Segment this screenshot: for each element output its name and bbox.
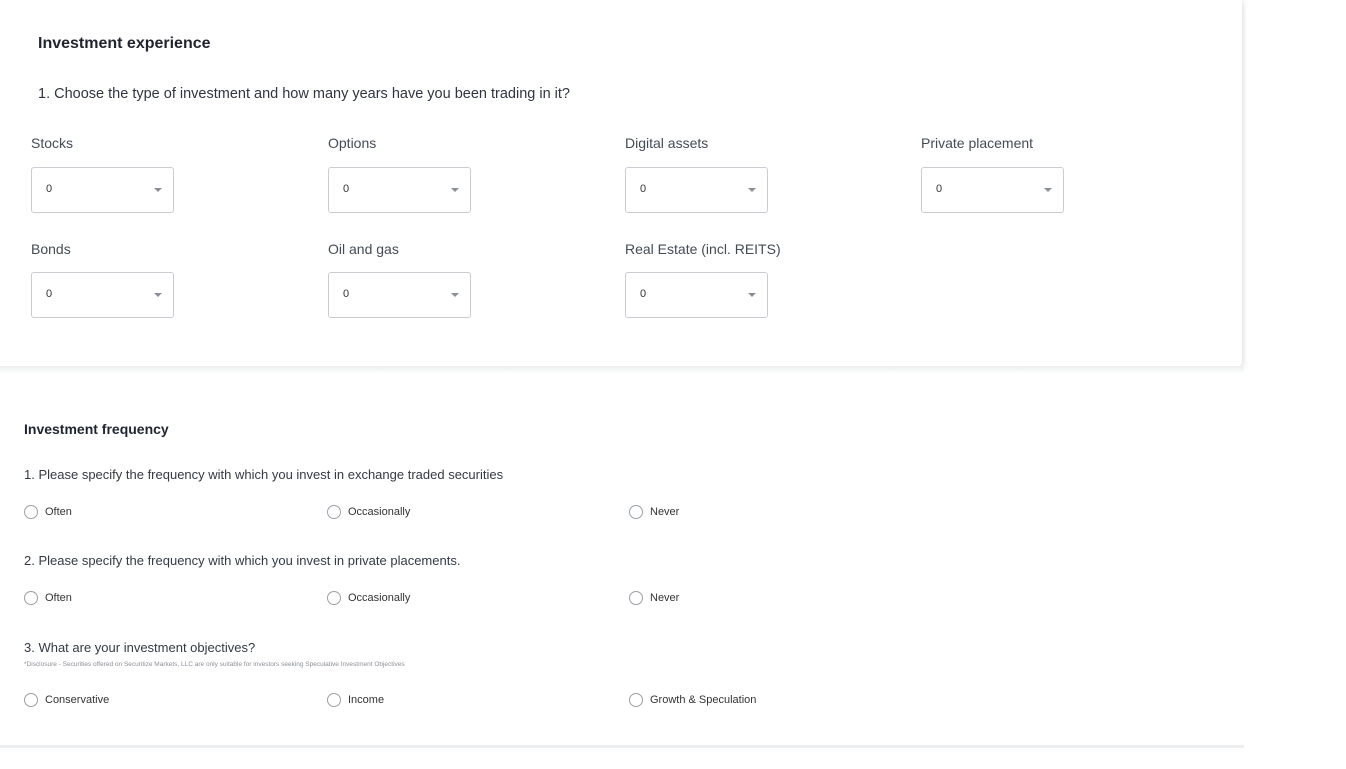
select-value: 0 xyxy=(343,183,350,195)
section-title: Investment frequency xyxy=(24,421,169,437)
radio-circle-icon xyxy=(629,505,643,519)
section-bottom-divider xyxy=(0,745,1244,748)
radio-label: Growth & Speculation xyxy=(650,694,757,706)
bonds-years-select[interactable]: 0 xyxy=(31,272,174,318)
oil-gas-years-select[interactable]: 0 xyxy=(328,272,471,318)
caret-down-icon xyxy=(748,188,756,192)
radio-circle-icon xyxy=(24,591,38,605)
bonds-label: Bonds xyxy=(31,241,71,257)
digital-assets-years-select[interactable]: 0 xyxy=(625,167,768,213)
caret-down-icon xyxy=(451,293,459,297)
radio-label: Never xyxy=(650,592,680,604)
real-estate-years-select[interactable]: 0 xyxy=(625,272,768,318)
q3-income-radio[interactable]: Income xyxy=(327,692,384,708)
q2-occasionally-radio[interactable]: Occasionally xyxy=(327,590,410,606)
real-estate-label: Real Estate (incl. REITS) xyxy=(625,241,781,257)
radio-circle-icon xyxy=(629,591,643,605)
question-text: 2. Please specify the frequency with whi… xyxy=(24,553,461,568)
options-years-select[interactable]: 0 xyxy=(328,167,471,213)
caret-down-icon xyxy=(451,188,459,192)
q2-often-radio[interactable]: Often xyxy=(24,590,72,606)
select-value: 0 xyxy=(343,288,350,300)
card-divider xyxy=(0,366,1244,374)
private-placement-label: Private placement xyxy=(921,135,1034,151)
investment-experience-card: Investment experience 1. Choose the type… xyxy=(0,0,1242,366)
caret-down-icon xyxy=(1044,188,1052,192)
section-title: Investment experience xyxy=(38,35,211,52)
digital-assets-label: Digital assets xyxy=(625,135,709,151)
q1-occasionally-radio[interactable]: Occasionally xyxy=(327,504,410,520)
options-label: Options xyxy=(328,135,377,151)
radio-label: Often xyxy=(45,506,72,518)
caret-down-icon xyxy=(154,293,162,297)
private-placement-years-select[interactable]: 0 xyxy=(921,167,1064,213)
oil-gas-label: Oil and gas xyxy=(328,241,399,257)
q1-never-radio[interactable]: Never xyxy=(629,504,679,520)
radio-label: Conservative xyxy=(45,694,110,706)
radio-label: Often xyxy=(45,592,72,604)
radio-circle-icon xyxy=(24,693,38,707)
select-value: 0 xyxy=(46,288,53,300)
q3-growth-speculation-radio[interactable]: Growth & Speculation xyxy=(629,692,756,708)
select-value: 0 xyxy=(46,183,53,195)
disclosure-text: *Disclosure - Securities offered on Secu… xyxy=(24,661,405,668)
question-text: 3. What are your investment objectives? xyxy=(24,640,256,655)
stocks-label: Stocks xyxy=(31,135,74,151)
q2-never-radio[interactable]: Never xyxy=(629,590,679,606)
radio-label: Income xyxy=(348,694,385,706)
radio-circle-icon xyxy=(327,591,341,605)
radio-label: Occasionally xyxy=(348,592,411,604)
q1-often-radio[interactable]: Often xyxy=(24,504,72,520)
radio-label: Never xyxy=(650,506,680,518)
q3-conservative-radio[interactable]: Conservative xyxy=(24,692,109,708)
radio-label: Occasionally xyxy=(348,506,411,518)
question-text: 1. Please specify the frequency with whi… xyxy=(24,467,504,482)
radio-circle-icon xyxy=(24,505,38,519)
radio-circle-icon xyxy=(327,505,341,519)
caret-down-icon xyxy=(748,293,756,297)
radio-circle-icon xyxy=(327,693,341,707)
question-text: 1. Choose the type of investment and how… xyxy=(38,86,570,102)
radio-circle-icon xyxy=(629,693,643,707)
select-value: 0 xyxy=(640,183,647,195)
select-value: 0 xyxy=(936,183,943,195)
select-value: 0 xyxy=(640,288,647,300)
caret-down-icon xyxy=(154,188,162,192)
stocks-years-select[interactable]: 0 xyxy=(31,167,174,213)
